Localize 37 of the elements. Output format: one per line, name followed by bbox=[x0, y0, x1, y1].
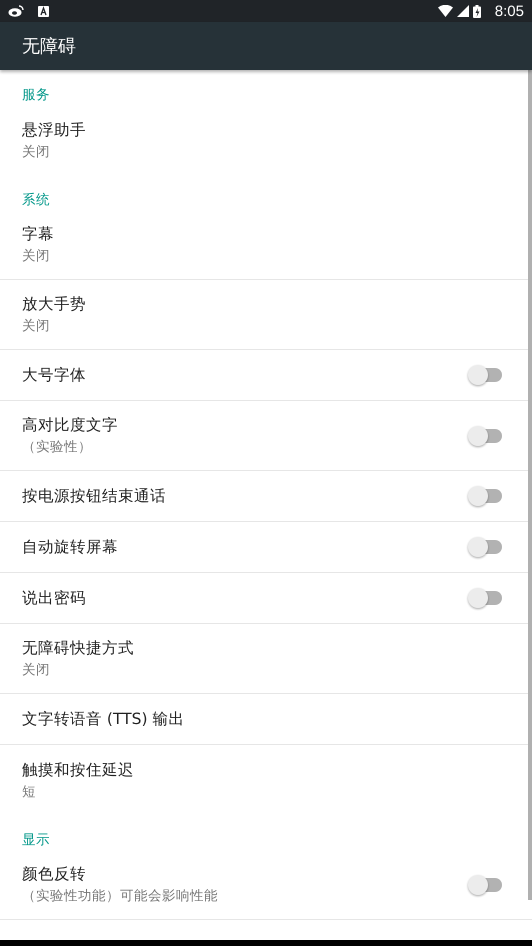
toggle-switch[interactable] bbox=[468, 485, 504, 507]
item-summary: （实验性） bbox=[22, 438, 93, 456]
item-title: 高对比度文字 bbox=[22, 415, 119, 436]
signal-icon bbox=[456, 5, 469, 17]
notification-icon bbox=[38, 6, 49, 16]
item-title: 无障碍快捷方式 bbox=[22, 638, 135, 659]
toolbar-title: 无障碍 bbox=[22, 35, 76, 58]
item-title: 字幕 bbox=[22, 224, 55, 245]
section-header: 服务 bbox=[22, 86, 50, 105]
toggle-switch[interactable] bbox=[468, 364, 504, 386]
settings-item[interactable]: 悬浮助手 关闭 bbox=[0, 105, 532, 175]
item-summary: 关闭 bbox=[22, 247, 51, 265]
item-title: 文字转语音 (TTS) 输出 bbox=[22, 708, 186, 730]
settings-item[interactable]: 触摸和按住延迟 短 bbox=[0, 745, 532, 815]
toggle-switch[interactable] bbox=[468, 587, 504, 609]
toggle-switch[interactable] bbox=[468, 536, 504, 558]
weibo-icon bbox=[8, 5, 24, 17]
item-title: 颜色反转 bbox=[22, 864, 87, 885]
item-title: 自动旋转屏幕 bbox=[22, 536, 119, 558]
section-header: 显示 bbox=[22, 831, 50, 850]
item-summary: 短 bbox=[22, 782, 37, 800]
toggle-switch[interactable] bbox=[468, 874, 504, 896]
item-title: 悬浮助手 bbox=[22, 120, 87, 140]
status-time: 8:05 bbox=[494, 2, 524, 20]
battery-icon bbox=[472, 4, 481, 18]
item-summary: （实验性功能）可能会影响性能 bbox=[22, 887, 219, 905]
item-title: 放大手势 bbox=[22, 294, 87, 315]
item-title: 按电源按钮结束通话 bbox=[22, 486, 167, 506]
section-header: 系统 bbox=[22, 191, 50, 210]
item-title: 说出密码 bbox=[22, 588, 87, 608]
item-summary: 关闭 bbox=[22, 317, 51, 335]
toggle-switch[interactable] bbox=[468, 424, 504, 446]
item-title: 大号字体 bbox=[22, 364, 87, 386]
item-summary: 关闭 bbox=[22, 661, 51, 679]
wifi-icon bbox=[438, 5, 453, 17]
item-title: 触摸和按住延迟 bbox=[22, 760, 135, 780]
item-summary: 关闭 bbox=[22, 142, 51, 160]
